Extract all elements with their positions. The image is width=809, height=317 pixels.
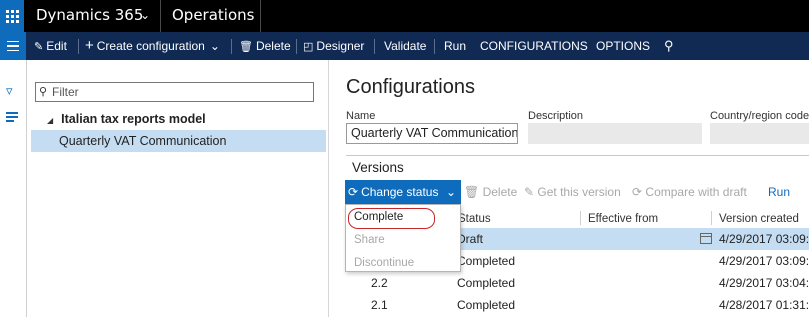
trash-icon: 🗑 [239,41,253,53]
divider [78,39,79,54]
refresh-icon: ⟳ [632,185,643,199]
compare-with-draft-label: Compare with draft [645,185,747,199]
filter-icon[interactable]: ▿ [6,84,13,99]
trash-icon: 🗑 [464,185,480,199]
status-cell: Completed [457,254,516,268]
country-field[interactable] [710,123,809,144]
filter-field: ⚲ [35,82,314,102]
hamburger-menu-icon[interactable] [0,32,26,60]
version-run-button[interactable]: Run [768,180,790,204]
delete-button[interactable]: 🗑 Delete [239,32,291,60]
designer-icon: ◰ [303,41,314,53]
validate-button[interactable]: Validate [384,32,426,60]
divider [296,39,297,54]
created-cell: 4/28/2017 01:31: [719,298,809,312]
compare-with-draft-button[interactable]: ⟳ Compare with draft [632,180,747,204]
description-field[interactable] [528,123,702,144]
version-cell: 2.2 [371,276,388,290]
app-name[interactable]: Dynamics 365 [36,0,143,32]
column-divider [711,211,712,225]
delete-label: Delete [255,39,291,53]
tree-node-selected[interactable]: Quarterly VAT Communication [31,130,326,152]
action-pane: ✎ Edit + Create configuration ⌄ 🗑 Delete ◰ De… [0,32,809,60]
divider [346,155,809,156]
created-cell: 4/29/2017 03:09: [719,254,809,268]
edit-icon: ✎ [524,185,535,199]
created-cell: 4/29/2017 03:09: [719,232,809,246]
version-delete-button[interactable]: 🗑 Delete [464,180,517,204]
menu-item-discontinue[interactable]: Discontinue [354,257,414,269]
column-divider [580,211,581,225]
designer-button[interactable]: ◰ Designer [303,32,364,60]
status-cell: Completed [457,298,516,312]
change-status-menu: Complete Share Discontinue [345,204,461,272]
search-icon[interactable]: ⚲ [664,32,674,60]
configuration-tree-panel: ⚲ ◢ Italian tax reports model Quarterly V… [27,60,329,317]
create-configuration-label: Create configuration [96,39,205,53]
get-this-version-label: Get this version [537,185,621,199]
create-configuration-button[interactable]: + Create configuration ⌄ [85,32,220,60]
calendar-icon[interactable] [700,233,712,244]
table-row[interactable]: 2.1 Completed 4/28/2017 01:31: [346,294,809,316]
top-app-bar: Dynamics 365 ⌄ Operations [0,0,809,32]
search-icon: ⚲ [39,85,48,98]
status-cell: Completed [457,276,516,290]
tab-configurations[interactable]: CONFIGURATIONS [480,32,588,60]
get-this-version-button[interactable]: ✎ Get this version [524,180,621,204]
plus-icon: + [85,37,94,54]
description-label: Description [528,110,584,122]
divider [160,0,161,32]
tree-node-root[interactable]: ◢ Italian tax reports model [47,112,206,126]
divider [260,0,261,32]
list-icon[interactable] [6,112,18,124]
column-header-effective-from[interactable]: Effective from [588,210,658,228]
column-header-version-created[interactable]: Version created [719,210,799,228]
menu-item-share[interactable]: Share [354,234,385,246]
menu-item-complete[interactable]: Complete [354,211,403,223]
app-launcher-icon[interactable] [0,0,24,32]
filter-input[interactable] [52,84,310,100]
chevron-down-icon: ⌄ [209,39,220,53]
version-cell: 2.1 [371,298,388,312]
edit-button[interactable]: ✎ Edit [34,32,67,60]
pencil-icon: ✎ [34,41,44,53]
version-delete-label: Delete [482,185,518,199]
left-rail: ▿ [0,60,27,317]
tab-options[interactable]: OPTIONS [596,32,650,60]
collapse-caret-icon[interactable]: ◢ [47,116,53,125]
created-cell: 4/29/2017 03:04: [719,276,809,290]
refresh-icon: ⟳ [348,185,359,199]
divider [374,39,375,54]
name-field[interactable]: Quarterly VAT Communication [346,123,518,144]
tree-node-label: Quarterly VAT Communication [59,134,227,148]
edit-label: Edit [46,39,67,53]
name-label: Name [346,110,376,122]
change-status-button[interactable]: ⟳ Change status ⌄ [345,180,461,204]
divider [231,39,232,54]
change-status-label: Change status [361,185,439,199]
column-header-status[interactable]: Status [458,210,491,228]
chevron-down-icon[interactable]: ⌄ [140,0,150,32]
tree-node-label: Italian tax reports model [61,112,206,126]
versions-section-title: Versions [352,160,404,175]
page-title: Configurations [346,76,475,98]
module-name[interactable]: Operations [172,0,254,32]
table-row[interactable]: 2.2 Completed 4/29/2017 03:04: [346,272,809,294]
chevron-down-icon: ⌄ [445,185,456,199]
designer-label: Designer [316,39,365,53]
run-button[interactable]: Run [444,32,466,60]
country-label: Country/region codes [710,110,809,122]
divider [434,39,435,54]
